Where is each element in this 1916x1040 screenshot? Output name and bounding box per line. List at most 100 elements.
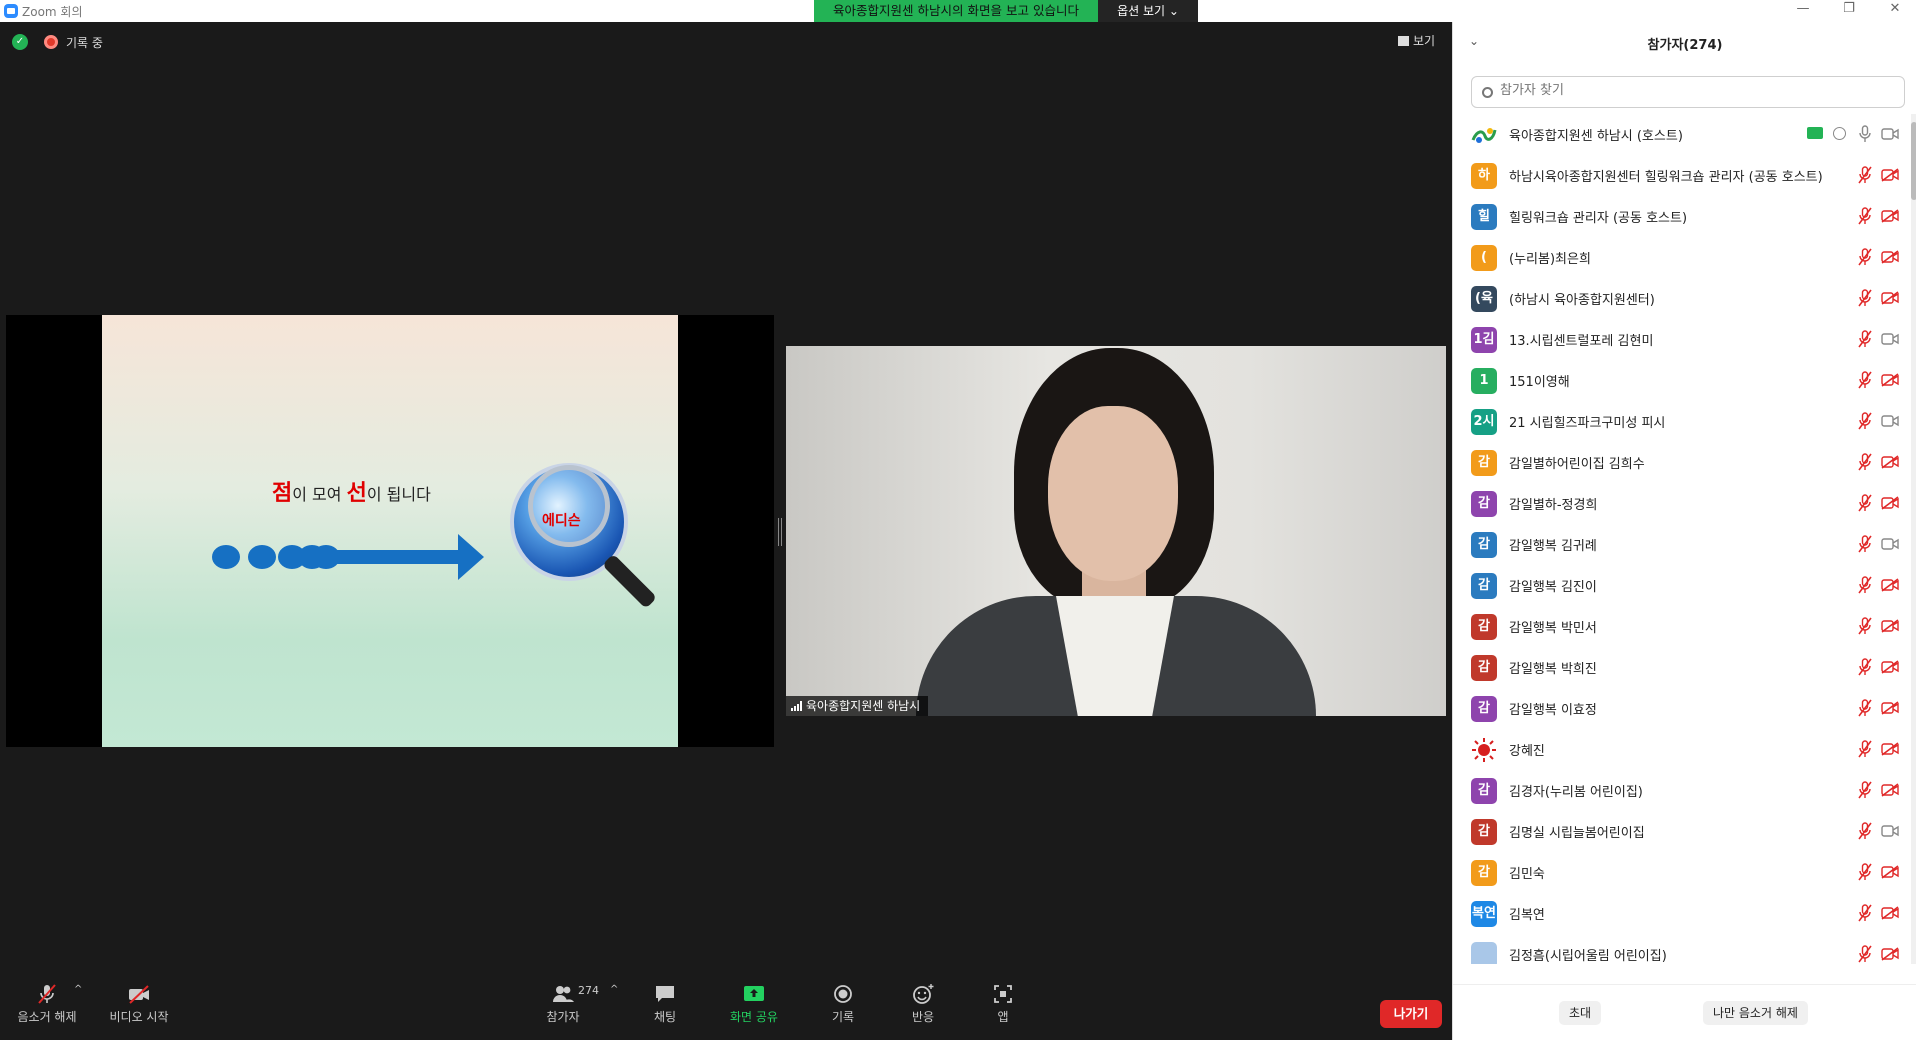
view-button[interactable]: 보기 bbox=[1398, 32, 1435, 49]
reactions-button[interactable]: 반응 bbox=[898, 984, 948, 1025]
participant-row[interactable]: 감 김경자(누리봄 어린이집) bbox=[1453, 770, 1911, 811]
video-off-icon[interactable] bbox=[1881, 906, 1899, 920]
mic-icon[interactable] bbox=[1857, 125, 1873, 143]
participant-name: 육아종합지원센 하남시 (호스트) bbox=[1509, 129, 1683, 144]
participant-row[interactable]: 감 감일행복 이효정 bbox=[1453, 688, 1911, 729]
mic-muted-icon[interactable] bbox=[1857, 330, 1873, 348]
participant-name: (누리봄)최은희 bbox=[1509, 252, 1591, 267]
participant-row[interactable]: 감 감일행복 박희진 bbox=[1453, 647, 1911, 688]
mic-muted-icon[interactable] bbox=[1857, 453, 1873, 471]
mic-muted-icon[interactable] bbox=[1857, 289, 1873, 307]
share-screen-icon bbox=[744, 986, 764, 1001]
video-off-icon[interactable] bbox=[1881, 783, 1899, 797]
participant-row[interactable]: 강혜진 bbox=[1453, 729, 1911, 770]
invite-button[interactable]: 초대 bbox=[1559, 1001, 1602, 1025]
participant-row[interactable]: (육 (하남시 육아종합지원센터) bbox=[1453, 278, 1911, 319]
share-screen-button[interactable]: 화면 공유 bbox=[722, 984, 786, 1025]
participant-row[interactable]: 하 하남시육아종합지원센터 힐링워크숍 관리자 (공동 호스트) bbox=[1453, 155, 1911, 196]
participant-row[interactable]: 감 감일별하어린이집 김희수 bbox=[1453, 442, 1911, 483]
view-options-button[interactable]: 옵션 보기 ⌄ bbox=[1098, 0, 1198, 22]
maximize-icon[interactable]: ❐ bbox=[1834, 1, 1864, 16]
participant-row[interactable]: 감 김명실 시립늘봄어린이집 bbox=[1453, 811, 1911, 852]
video-off-icon[interactable] bbox=[1881, 373, 1899, 387]
participant-list-scrollbar[interactable] bbox=[1911, 114, 1916, 964]
mic-muted-icon[interactable] bbox=[1857, 412, 1873, 430]
participant-row[interactable]: 1김 13.시립센트럴포레 김현미 bbox=[1453, 319, 1911, 360]
mic-muted-icon[interactable] bbox=[1857, 166, 1873, 184]
leave-meeting-button[interactable]: 나가기 bbox=[1380, 1000, 1442, 1028]
video-off-icon[interactable] bbox=[1881, 701, 1899, 715]
video-off-icon[interactable] bbox=[1881, 496, 1899, 510]
video-icon[interactable] bbox=[1881, 824, 1899, 838]
mic-muted-icon[interactable] bbox=[1857, 822, 1873, 840]
participant-name: 감일행복 김진이 bbox=[1509, 580, 1597, 595]
start-video-button[interactable]: 비디오 시작 bbox=[104, 984, 174, 1025]
unmute-button[interactable]: 음소거 해제 bbox=[12, 984, 82, 1025]
mic-muted-icon[interactable] bbox=[1857, 863, 1873, 881]
video-off-icon[interactable] bbox=[1881, 455, 1899, 469]
participant-row[interactable]: 힐 힐링워크숍 관리자 (공동 호스트) bbox=[1453, 196, 1911, 237]
audio-options-chevron-icon[interactable]: ^ bbox=[74, 984, 82, 995]
video-off-icon[interactable] bbox=[1881, 209, 1899, 223]
participant-row[interactable]: 감 감일행복 김귀례 bbox=[1453, 524, 1911, 565]
minimize-icon[interactable]: — bbox=[1788, 1, 1818, 16]
mic-muted-icon[interactable] bbox=[1857, 740, 1873, 758]
video-icon[interactable] bbox=[1881, 537, 1899, 551]
video-icon[interactable] bbox=[1881, 127, 1899, 141]
participant-name: 하남시육아종합지원센터 힐링워크숍 관리자 (공동 호스트) bbox=[1509, 170, 1823, 185]
participant-row[interactable]: 복연 김복연 bbox=[1453, 893, 1911, 934]
participant-row[interactable]: ((누리봄)최은희 bbox=[1453, 237, 1911, 278]
chat-button[interactable]: 채팅 bbox=[640, 984, 690, 1025]
video-off-icon[interactable] bbox=[1881, 250, 1899, 264]
participant-avatar: 복연 bbox=[1471, 901, 1497, 927]
participant-row[interactable]: 감 감일행복 박민서 bbox=[1453, 606, 1911, 647]
magnifier-icon bbox=[528, 465, 610, 547]
video-off-icon[interactable] bbox=[1881, 168, 1899, 182]
participant-row[interactable]: 감 김민숙 bbox=[1453, 852, 1911, 893]
participant-search-input[interactable] bbox=[1500, 83, 1880, 98]
video-off-icon[interactable] bbox=[1881, 742, 1899, 756]
mic-muted-icon[interactable] bbox=[1857, 658, 1873, 676]
video-off-icon[interactable] bbox=[1881, 578, 1899, 592]
mic-muted-icon[interactable] bbox=[1857, 945, 1873, 963]
participant-row[interactable]: 1 151이영해 bbox=[1453, 360, 1911, 401]
scrollbar-thumb[interactable] bbox=[1911, 122, 1916, 200]
window-title: Zoom 회의 bbox=[22, 5, 83, 19]
mic-muted-icon[interactable] bbox=[1857, 699, 1873, 717]
participant-name: 감일별하-정경희 bbox=[1509, 498, 1598, 513]
video-off-icon[interactable] bbox=[1881, 619, 1899, 633]
video-off-icon[interactable] bbox=[1881, 947, 1899, 961]
participant-row[interactable]: 육아종합지원센 하남시 (호스트) bbox=[1453, 114, 1911, 155]
mic-muted-icon[interactable] bbox=[1857, 904, 1873, 922]
mic-muted-icon[interactable] bbox=[1857, 576, 1873, 594]
participant-row[interactable]: 감 감일별하-정경희 bbox=[1453, 483, 1911, 524]
mic-muted-icon[interactable] bbox=[1857, 535, 1873, 553]
close-icon[interactable]: ✕ bbox=[1880, 1, 1910, 16]
video-off-icon[interactable] bbox=[1881, 660, 1899, 674]
shared-screen: 점이 모여 선이 됩니다 에디슨 bbox=[6, 315, 774, 747]
mic-muted-icon[interactable] bbox=[1857, 617, 1873, 635]
mic-muted-icon[interactable] bbox=[1857, 781, 1873, 799]
participant-name: 강혜진 bbox=[1509, 744, 1545, 759]
apps-button[interactable]: 앱 bbox=[978, 984, 1028, 1025]
participant-search[interactable] bbox=[1471, 76, 1905, 108]
mic-muted-icon[interactable] bbox=[1857, 248, 1873, 266]
mic-muted-icon[interactable] bbox=[1857, 371, 1873, 389]
unmute-me-button[interactable]: 나만 음소거 해제 bbox=[1703, 1001, 1808, 1025]
participant-row[interactable]: 2시 21 시립힐즈파크구미성 피시 bbox=[1453, 401, 1911, 442]
video-icon[interactable] bbox=[1881, 414, 1899, 428]
video-off-icon[interactable] bbox=[1881, 865, 1899, 879]
mic-muted-icon[interactable] bbox=[1857, 207, 1873, 225]
mic-muted-icon[interactable] bbox=[1857, 494, 1873, 512]
record-button[interactable]: 기록 bbox=[818, 984, 868, 1025]
participant-name: (하남시 육아종합지원센터) bbox=[1509, 293, 1655, 308]
split-divider-handle[interactable] bbox=[778, 518, 782, 546]
video-icon[interactable] bbox=[1881, 332, 1899, 346]
participant-row[interactable]: 감 감일행복 김진이 bbox=[1453, 565, 1911, 606]
participant-row[interactable]: 김정흠(시립어울림 어린이집) bbox=[1453, 934, 1911, 964]
video-off-icon[interactable] bbox=[1881, 291, 1899, 305]
participant-list: 육아종합지원센 하남시 (호스트) 하 하남시육아종합지원센터 힐링워크숍 관리자 … bbox=[1453, 114, 1911, 964]
participant-avatar: 감 bbox=[1471, 696, 1497, 722]
security-shield-icon[interactable]: ✓ bbox=[12, 34, 28, 50]
participants-chevron-icon[interactable]: ^ bbox=[610, 984, 618, 995]
